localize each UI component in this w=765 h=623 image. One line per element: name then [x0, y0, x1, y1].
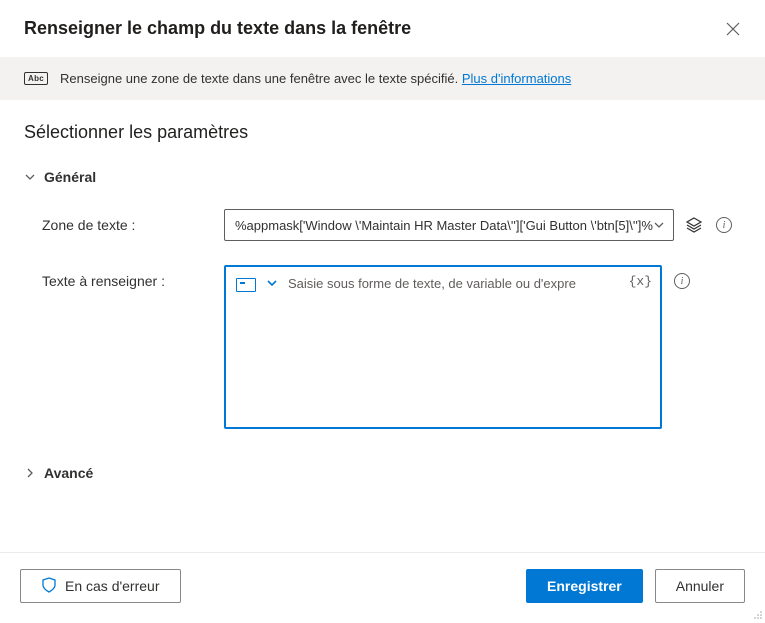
info-icon: i [674, 273, 690, 289]
more-info-link[interactable]: Plus d'informations [462, 71, 571, 86]
advanced-label: Avancé [44, 465, 93, 481]
text-to-fill-label: Texte à renseigner : [42, 265, 224, 289]
info-bar: Abc Renseigne une zone de texte dans une… [0, 57, 765, 100]
dialog-footer: En cas d'erreur Enregistrer Annuler [0, 552, 765, 619]
layers-icon [685, 216, 703, 234]
text-to-fill-info-button[interactable]: i [672, 265, 692, 297]
close-button[interactable] [725, 21, 741, 37]
textbox-selector[interactable]: %appmask['Window \'Maintain HR Master Da… [224, 209, 674, 241]
close-icon [725, 21, 741, 37]
advanced-section-toggle[interactable]: Avancé [24, 465, 741, 481]
textbox-row: Zone de texte : %appmask['Window \'Maint… [24, 209, 741, 241]
chevron-down-icon [266, 277, 278, 292]
general-section-toggle[interactable]: Général [24, 169, 741, 185]
dialog-header: Renseigner le champ du texte dans la fen… [0, 0, 765, 57]
dialog-title: Renseigner le champ du texte dans la fen… [24, 18, 411, 39]
dialog-content: Sélectionner les paramètres Général Zone… [0, 100, 765, 481]
info-text: Renseigne une zone de texte dans une fen… [60, 71, 571, 86]
textbox-info-button[interactable]: i [714, 209, 734, 241]
chevron-down-icon [653, 219, 665, 231]
chevron-down-icon [24, 171, 36, 183]
text-to-fill-row: Texte à renseigner : Saisie sous forme d… [24, 265, 741, 429]
shield-icon [41, 577, 57, 596]
chevron-right-icon [24, 467, 36, 479]
text-to-fill-input[interactable]: Saisie sous forme de texte, de variable … [224, 265, 662, 429]
on-error-button[interactable]: En cas d'erreur [20, 569, 181, 603]
general-label: Général [44, 169, 96, 185]
on-error-label: En cas d'erreur [65, 578, 160, 594]
insert-variable-button[interactable]: {x} [629, 274, 652, 289]
ui-element-picker-button[interactable] [684, 209, 704, 241]
textfield-icon [236, 278, 256, 292]
textbox-value: %appmask['Window \'Maintain HR Master Da… [235, 218, 653, 233]
save-button[interactable]: Enregistrer [526, 569, 643, 603]
textbox-icon: Abc [24, 72, 48, 85]
text-to-fill-placeholder: Saisie sous forme de texte, de variable … [288, 275, 650, 291]
cancel-button[interactable]: Annuler [655, 569, 745, 603]
resize-grip[interactable] [753, 607, 763, 617]
textbox-label: Zone de texte : [42, 209, 224, 233]
section-title: Sélectionner les paramètres [24, 122, 741, 143]
info-icon: i [716, 217, 732, 233]
